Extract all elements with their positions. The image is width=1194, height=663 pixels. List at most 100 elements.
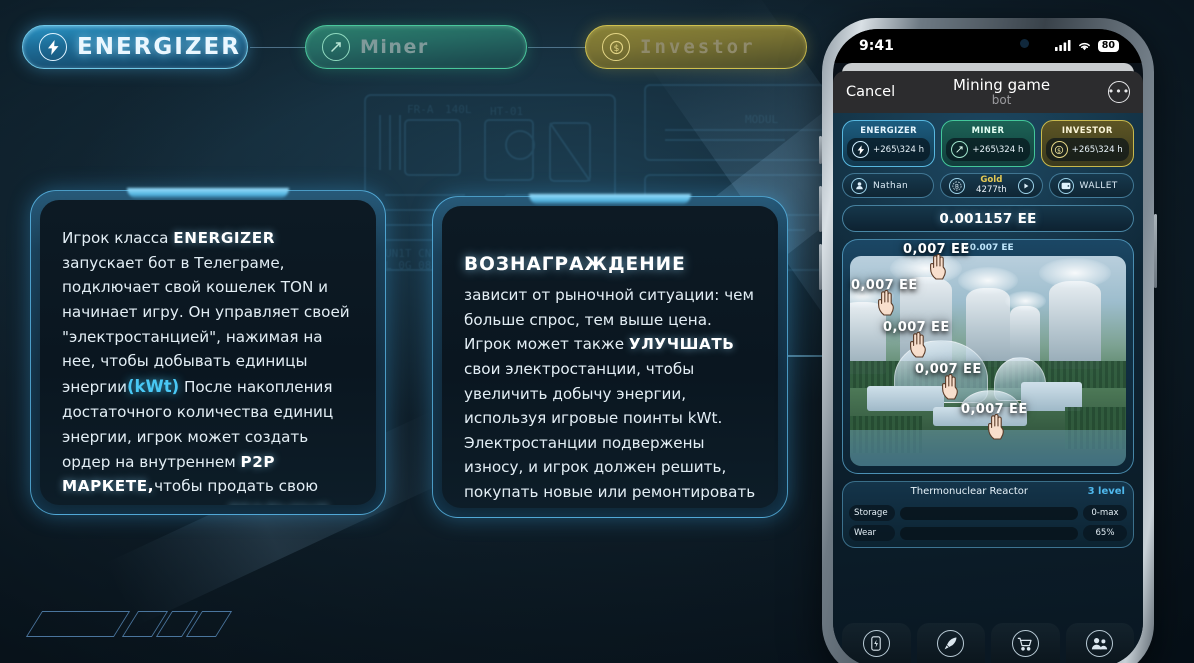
stat-label: Wear	[849, 525, 895, 541]
reward-title: ВОЗНАГРАЖДЕНИЕ	[464, 254, 686, 275]
user-chip[interactable]: Nathan	[842, 173, 935, 198]
tab-miner-label: Miner	[360, 36, 429, 58]
phone-volume-down-button[interactable]	[819, 244, 822, 290]
app-subtitle: bot	[991, 92, 1012, 107]
cart-icon	[1011, 630, 1039, 657]
wallet-chip[interactable]: WALLET	[1048, 173, 1134, 198]
energizer-text-1: Игрок класса	[62, 229, 174, 247]
pickaxe-icon	[951, 141, 969, 158]
app-title: Mining game	[952, 75, 1051, 94]
reactor-level: 3 level	[1087, 486, 1125, 497]
stat-value: 65%	[1083, 525, 1127, 541]
svg-text:B: B	[955, 184, 959, 190]
tap-reward-indicator: 0,007 EE	[915, 362, 982, 405]
user-info-row: Nathan B Gold 4277th WALLET	[842, 173, 1134, 198]
dynamic-island	[934, 32, 1042, 56]
phone-mute-button[interactable]	[819, 136, 822, 164]
reward-increment-label: +0.007 EE	[962, 243, 1014, 253]
pointing-hand-icon	[929, 253, 949, 285]
phone-volume-up-button[interactable]	[819, 186, 822, 232]
balance-display: 0.001157 EE	[842, 205, 1134, 232]
play-icon[interactable]	[1017, 177, 1034, 194]
stat-row-wear: Wear 65%	[849, 525, 1127, 541]
gold-chip[interactable]: B Gold 4277th	[940, 173, 1043, 198]
tab-miner[interactable]: Miner	[305, 25, 527, 69]
lightning-bolt-icon	[39, 33, 67, 61]
role-card-investor[interactable]: INVESTOR $ +265\324 h	[1040, 120, 1134, 167]
more-options-icon[interactable]: •••	[1108, 81, 1130, 103]
gold-stat: Gold 4277th	[976, 175, 1007, 195]
game-tap-area[interactable]: +0.007 EE 0,007 EE 0,007 EE 0,007 EE 0,0…	[842, 239, 1134, 474]
user-name: Nathan	[873, 180, 909, 191]
pointing-hand-icon	[877, 289, 897, 321]
parallelogram-shape	[25, 611, 131, 637]
role-card-miner[interactable]: MINER +265\324 h	[941, 120, 1035, 167]
role-card-title: INVESTOR	[1061, 125, 1113, 135]
lightning-bolt-icon	[852, 141, 869, 158]
app-title-group: Mining game bot	[953, 77, 1050, 107]
role-card-value: +265\324 h	[1071, 144, 1123, 155]
decorative-parallelograms	[25, 605, 233, 647]
app-header: Cancel Mining game bot •••	[833, 71, 1143, 113]
tab-connector-line	[528, 47, 586, 49]
gold-value: 4277th	[976, 184, 1007, 195]
pointing-hand-icon	[909, 331, 929, 363]
bottom-navigation	[833, 617, 1143, 663]
wear-progress-bar	[900, 526, 1078, 540]
nav-friends[interactable]	[1065, 623, 1134, 663]
people-icon	[1086, 630, 1114, 657]
reward-keyword-upgrade: УЛУЧШАТЬ	[628, 335, 735, 354]
energizer-paragraph: Игрок класса ENERGIZER запускает бот в Т…	[62, 226, 354, 505]
reactor-stats-panel: Thermonuclear Reactor 3 level Storage 0-…	[842, 481, 1134, 548]
storage-progress-bar	[900, 506, 1078, 520]
nav-battery[interactable]	[842, 623, 911, 663]
wallet-label: WALLET	[1079, 180, 1118, 191]
energizer-text-2: запускает бот в Телеграме, подключает св…	[62, 253, 350, 396]
role-card-title: MINER	[971, 125, 1005, 135]
bitcoin-icon: B	[949, 177, 966, 194]
energizer-keyword-energizer: ENERGIZER	[173, 229, 276, 247]
stat-value: 0-max	[1083, 505, 1127, 521]
reward-paragraph: зависит от рыночной ситуации: чем больше…	[464, 283, 756, 508]
cancel-button[interactable]: Cancel	[846, 84, 895, 100]
battery-level-badge: 80	[1097, 39, 1119, 53]
tap-reward-indicator: 0,007 EE	[961, 402, 1028, 445]
reward-text-2: свои электростанции, чтобы увеличить доб…	[464, 359, 756, 508]
panel-reward-description: ВОЗНАГРАЖДЕНИЕ зависит от рыночной ситуа…	[432, 196, 788, 518]
energizer-keyword-kwt: (kWt)	[126, 376, 180, 396]
phone-power-button[interactable]	[1154, 214, 1157, 288]
tab-connector-line	[250, 47, 306, 49]
reactor-name: Thermonuclear Reactor	[910, 486, 1028, 497]
user-icon	[851, 177, 867, 194]
role-card-energizer[interactable]: ENERGIZER +265\324 h	[842, 120, 936, 167]
rocket-icon	[937, 630, 965, 657]
tab-investor-label: Investor	[640, 36, 756, 58]
tab-investor[interactable]: $ Investor	[585, 25, 807, 69]
tab-energizer-label: ENERGIZER	[77, 34, 241, 60]
phone-screen: 9:41 80 Cancel Mining game bot ••• ENERG…	[833, 29, 1143, 663]
role-card-row: ENERGIZER +265\324 h MINER +265\324 h IN…	[842, 120, 1134, 167]
nav-shop[interactable]	[991, 623, 1060, 663]
svg-text:$: $	[1057, 147, 1061, 154]
tap-reward-indicator: 0,007 EE	[883, 320, 950, 363]
pointing-hand-icon	[941, 373, 961, 405]
cellular-bars-icon	[1054, 40, 1071, 52]
pointing-hand-icon	[987, 413, 1007, 445]
cooling-tower	[1039, 258, 1112, 370]
wallet-icon	[1057, 177, 1074, 194]
wifi-icon	[1078, 43, 1090, 51]
nav-rocket[interactable]	[916, 623, 985, 663]
role-card-title: ENERGIZER	[860, 125, 918, 135]
role-tab-bar: ENERGIZER Miner $ Investor	[0, 0, 830, 84]
panel-energizer-description: Игрок класса ENERGIZER запускает бот в Т…	[30, 190, 386, 515]
dollar-coin-icon: $	[1050, 141, 1068, 158]
dollar-coin-icon: $	[602, 33, 630, 61]
stat-row-storage: Storage 0-max	[849, 505, 1127, 521]
stat-label: Storage	[849, 505, 895, 521]
cooling-tower	[1004, 291, 1047, 366]
tab-energizer[interactable]: ENERGIZER	[22, 25, 248, 69]
forest-band	[850, 361, 1126, 389]
role-card-value: +265\324 h	[972, 144, 1024, 155]
battery-icon	[862, 630, 890, 657]
svg-text:$: $	[613, 44, 619, 54]
